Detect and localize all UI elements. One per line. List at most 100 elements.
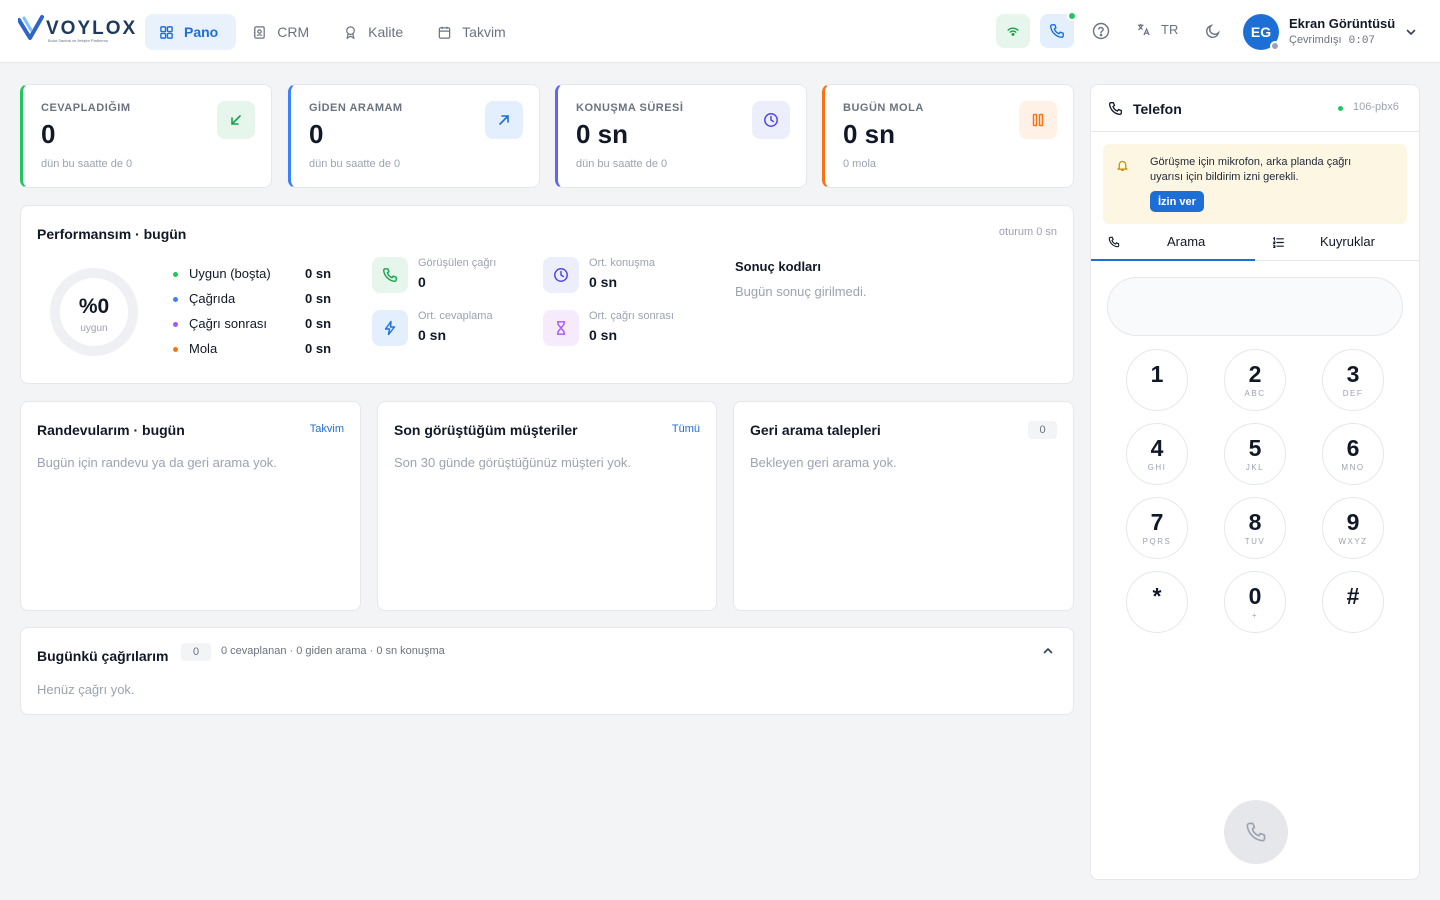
brand-logo[interactable]: VOYLOX Bulut Santral ve İletişim Platfor… bbox=[18, 14, 135, 46]
metric-icon-box bbox=[543, 310, 579, 346]
stat-value: 0 bbox=[41, 119, 56, 149]
key-letters: MNO bbox=[1341, 463, 1365, 472]
pause-icon bbox=[1032, 113, 1044, 127]
award-icon bbox=[346, 25, 355, 39]
dialpad-key-hash[interactable]: # bbox=[1322, 571, 1384, 633]
key-letters: TUV bbox=[1244, 537, 1266, 546]
callback-requests-empty: Bekleyen geri arama yok. bbox=[750, 455, 897, 470]
dialpad-key-8[interactable]: 8 TUV bbox=[1224, 497, 1286, 559]
today-calls-count-badge: 0 bbox=[181, 643, 211, 661]
allow-permission-button[interactable]: İzin ver bbox=[1150, 191, 1204, 212]
callback-requests-card: Geri arama talepleri 0 Bekleyen geri ara… bbox=[733, 401, 1074, 611]
user-status-text: Çevrimdışı bbox=[1289, 34, 1342, 46]
metric-value: 0 sn bbox=[589, 327, 618, 343]
contacts-icon bbox=[254, 25, 266, 39]
stat-subtext: dün bu saatte de 0 bbox=[41, 158, 133, 170]
extension-status-dot bbox=[1338, 106, 1343, 111]
chevron-down-icon[interactable] bbox=[1404, 25, 1418, 39]
key-digit: # bbox=[1346, 583, 1360, 609]
metric-calls-handled: Görüşülen çağrı 0 bbox=[372, 257, 532, 297]
queue-list-icon bbox=[1272, 236, 1284, 248]
stat-label: BUGÜN MOLA bbox=[843, 102, 924, 114]
clock-icon bbox=[554, 268, 568, 282]
chevron-up-icon[interactable] bbox=[1041, 644, 1055, 658]
metric-label: Görüşülen çağrı bbox=[418, 257, 497, 269]
metric-value: 0 sn bbox=[589, 274, 618, 290]
stat-label: GİDEN ARAMAM bbox=[309, 102, 403, 114]
connection-status-button[interactable] bbox=[996, 14, 1030, 48]
lightning-icon bbox=[384, 320, 396, 336]
callback-requests-title: Geri arama talepleri bbox=[750, 422, 881, 438]
dialpad-key-0[interactable]: 0 + bbox=[1224, 571, 1286, 633]
nav-item-kalite[interactable]: Kalite bbox=[329, 14, 421, 50]
dialpad-key-5[interactable]: 5 JKL bbox=[1224, 423, 1286, 485]
key-digit: 7 bbox=[1150, 509, 1164, 535]
key-digit: 9 bbox=[1346, 509, 1360, 535]
nav-label: CRM bbox=[277, 24, 310, 40]
bell-icon bbox=[1117, 160, 1128, 171]
help-icon bbox=[1092, 22, 1110, 40]
stat-value: 0 sn bbox=[843, 119, 896, 149]
key-letters: GHI bbox=[1147, 463, 1167, 472]
help-button[interactable] bbox=[1084, 14, 1118, 48]
dialpad-key-1[interactable]: 1 bbox=[1126, 349, 1188, 411]
call-button[interactable] bbox=[1224, 800, 1288, 864]
nav-label: Pano bbox=[184, 24, 219, 40]
user-name[interactable]: Ekran Görüntüsü bbox=[1289, 16, 1395, 31]
dialpad-key-7[interactable]: 7 PQRS bbox=[1126, 497, 1188, 559]
clock-icon bbox=[764, 113, 778, 127]
nav-item-takvim[interactable]: Takvim bbox=[423, 14, 524, 50]
logo-mark-icon bbox=[18, 15, 44, 40]
metric-icon-box bbox=[372, 310, 408, 346]
recent-customers-empty: Son 30 günde görüştüğünüz müşteri yok. bbox=[394, 455, 632, 470]
metric-icon-box bbox=[372, 257, 408, 293]
dial-number-input[interactable] bbox=[1107, 277, 1403, 336]
phone-panel: Telefon 106-pbx6 Görüşme için mikrofon, … bbox=[1090, 84, 1420, 880]
dialpad-key-2[interactable]: 2 ABC bbox=[1224, 349, 1286, 411]
appointments-title: Randevularım · bugün bbox=[37, 422, 185, 438]
metric-label: Ort. konuşma bbox=[589, 257, 656, 269]
key-letters: WXYZ bbox=[1338, 537, 1368, 546]
metric-label: Ort. cevaplama bbox=[418, 310, 493, 322]
legend-dot bbox=[173, 272, 178, 277]
dialpad-key-4[interactable]: 4 GHI bbox=[1126, 423, 1188, 485]
nav-item-pano[interactable]: Pano bbox=[145, 14, 237, 50]
legend-item-break: Mola 0 sn bbox=[173, 341, 343, 359]
language-switcher[interactable]: TR bbox=[1136, 22, 1178, 37]
softphone-toggle-button[interactable] bbox=[1040, 11, 1077, 48]
calendar-link[interactable]: Takvim bbox=[310, 423, 344, 435]
theme-toggle-button[interactable] bbox=[1196, 14, 1230, 48]
phone-icon bbox=[383, 268, 397, 282]
brand-tagline: Bulut Santral ve İletişim Platformu bbox=[48, 38, 109, 43]
status-timer: 0:07 bbox=[1348, 35, 1376, 47]
language-label: TR bbox=[1161, 22, 1179, 37]
dialpad-key-9[interactable]: 9 WXYZ bbox=[1322, 497, 1384, 559]
stat-subtext: 0 mola bbox=[843, 158, 877, 170]
key-digit: 4 bbox=[1150, 435, 1164, 461]
nav-item-crm[interactable]: CRM bbox=[238, 14, 327, 50]
online-indicator bbox=[1067, 11, 1077, 21]
dashboard-icon bbox=[160, 25, 173, 39]
arrow-down-left-icon bbox=[231, 115, 241, 125]
legend-name: Çağrıda bbox=[189, 291, 236, 306]
recent-customers-title: Son görüştüğüm müşteriler bbox=[394, 422, 578, 438]
donut-label: uygun bbox=[80, 323, 108, 334]
dialpad-key-6[interactable]: 6 MNO bbox=[1322, 423, 1384, 485]
stat-icon-box bbox=[217, 101, 255, 139]
user-status: Çevrimdışı 0:07 bbox=[1289, 34, 1375, 47]
tab-arama[interactable]: Arama bbox=[1091, 227, 1255, 261]
main-nav: Pano CRM Kalite Takvim bbox=[145, 14, 524, 50]
avatar-initials: EG bbox=[1250, 24, 1272, 40]
legend-value: 0 sn bbox=[305, 316, 332, 331]
dialpad-key-star[interactable]: * bbox=[1126, 571, 1188, 633]
view-all-link[interactable]: Tümü bbox=[672, 423, 700, 435]
tab-kuyruklar[interactable]: Kuyruklar bbox=[1255, 227, 1419, 261]
metric-avg-answer: Ort. cevaplama 0 sn bbox=[372, 310, 532, 350]
availability-donut: %0 uygun bbox=[49, 267, 139, 357]
metric-value: 0 bbox=[418, 274, 426, 290]
legend-item-available: Uygun (boşta) 0 sn bbox=[173, 266, 343, 284]
user-status-dot bbox=[1270, 41, 1280, 51]
dialpad-key-3[interactable]: 3 DEF bbox=[1322, 349, 1384, 411]
user-avatar[interactable]: EG bbox=[1243, 14, 1280, 51]
hourglass-icon bbox=[557, 321, 565, 335]
